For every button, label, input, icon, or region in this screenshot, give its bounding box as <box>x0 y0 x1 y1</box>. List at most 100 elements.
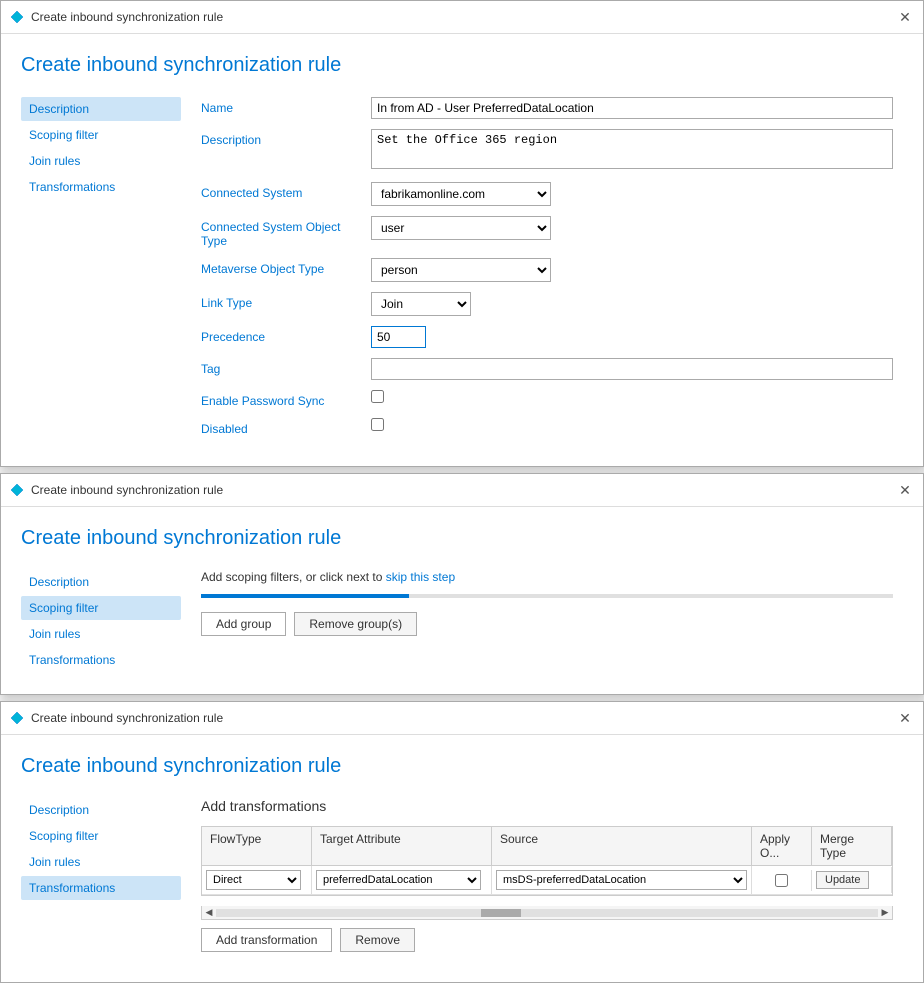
form-area-2: Add scoping filters, or click next to sk… <box>191 570 893 674</box>
remove-group-button[interactable]: Remove group(s) <box>294 612 417 636</box>
sidebar-item-join-1[interactable]: Join rules <box>21 149 181 173</box>
cell-flowtype: Direct <box>202 866 312 894</box>
sidebar-1: Description Scoping filter Join rules Tr… <box>21 97 191 446</box>
disabled-checkbox[interactable] <box>371 418 384 431</box>
page-title-2: Create inbound synchronization rule <box>21 527 893 550</box>
target-attribute-select[interactable]: preferredDataLocation <box>316 870 481 890</box>
window-2-content: Create inbound synchronization rule Desc… <box>1 507 923 694</box>
sidebar-item-description-1[interactable]: Description <box>21 97 181 121</box>
sidebar-item-scoping-1[interactable]: Scoping filter <box>21 123 181 147</box>
link-type-label: Link Type <box>201 292 361 310</box>
sidebar-item-description-3[interactable]: Description <box>21 798 181 822</box>
tag-control <box>371 358 893 380</box>
transformations-table: FlowType Target Attribute Source Apply O… <box>201 826 893 896</box>
precedence-row: Precedence <box>201 326 893 348</box>
window-3: Create inbound synchronization rule ✕ Cr… <box>0 701 924 983</box>
description-input[interactable]: Set the Office 365 region <box>371 129 893 169</box>
metaverse-label: Metaverse Object Type <box>201 258 361 276</box>
scroll-thumb <box>481 909 521 917</box>
sidebar-item-transformations-1[interactable]: Transformations <box>21 175 181 199</box>
app-icon-2 <box>9 482 25 498</box>
form-area-1: Name Description Set the Office 365 regi… <box>191 97 893 446</box>
table-header: FlowType Target Attribute Source Apply O… <box>202 827 892 866</box>
link-type-select[interactable]: Join <box>371 292 471 316</box>
scroll-right-arrow[interactable]: ▶ <box>878 906 892 920</box>
sidebar-2: Description Scoping filter Join rules Tr… <box>21 570 191 674</box>
password-sync-checkbox[interactable] <box>371 390 384 403</box>
title-text-2: Create inbound synchronization rule <box>31 483 889 497</box>
horizontal-scrollbar: ◀ ▶ <box>201 906 893 920</box>
connected-system-row: Connected System fabrikamonline.com <box>201 182 893 206</box>
connected-object-row: Connected System Object Type user <box>201 216 893 248</box>
sidebar-item-scoping-2[interactable]: Scoping filter <box>21 596 181 620</box>
page-title-3: Create inbound synchronization rule <box>21 755 893 778</box>
close-button-3[interactable]: ✕ <box>895 708 915 728</box>
connected-object-select[interactable]: user <box>371 216 551 240</box>
transformations-subtitle: Add transformations <box>201 798 893 814</box>
scroll-left-arrow[interactable]: ◀ <box>202 906 216 920</box>
transformation-btn-row: Add transformation Remove <box>201 928 893 952</box>
sidebar-item-transformations-2[interactable]: Transformations <box>21 648 181 672</box>
table-row: Direct preferredDataLocation msDS-prefer… <box>202 866 892 895</box>
scoping-btn-row: Add group Remove group(s) <box>201 612 893 636</box>
tag-label: Tag <box>201 358 361 376</box>
metaverse-row: Metaverse Object Type person <box>201 258 893 282</box>
flowtype-select[interactable]: Direct <box>206 870 301 890</box>
name-label: Name <box>201 97 361 115</box>
col-apply: Apply O... <box>752 827 812 865</box>
close-button-1[interactable]: ✕ <box>895 7 915 27</box>
progress-bar <box>201 594 893 598</box>
name-row: Name <box>201 97 893 119</box>
sidebar-item-scoping-3[interactable]: Scoping filter <box>21 824 181 848</box>
sidebar-3: Description Scoping filter Join rules Tr… <box>21 798 191 962</box>
title-bar-1: Create inbound synchronization rule ✕ <box>1 1 923 34</box>
description-control: Set the Office 365 region <box>371 129 893 172</box>
main-layout-3: Description Scoping filter Join rules Tr… <box>21 798 893 962</box>
close-button-2[interactable]: ✕ <box>895 480 915 500</box>
disabled-row: Disabled <box>201 418 893 436</box>
description-label: Description <box>201 129 361 147</box>
window-3-content: Create inbound synchronization rule Desc… <box>1 735 923 982</box>
add-group-button[interactable]: Add group <box>201 612 286 636</box>
window-1: Create inbound synchronization rule ✕ Cr… <box>0 0 924 467</box>
add-transformation-button[interactable]: Add transformation <box>201 928 332 952</box>
description-row: Description Set the Office 365 region <box>201 129 893 172</box>
connected-system-control: fabrikamonline.com <box>371 182 893 206</box>
cell-merge-type: Update <box>812 867 892 893</box>
remove-transformation-button[interactable]: Remove <box>340 928 415 952</box>
link-type-control: Join <box>371 292 893 316</box>
precedence-input[interactable] <box>371 326 426 348</box>
col-flowtype: FlowType <box>202 827 312 865</box>
window-1-content: Create inbound synchronization rule Desc… <box>1 34 923 466</box>
name-control <box>371 97 893 119</box>
title-text-3: Create inbound synchronization rule <box>31 711 889 725</box>
name-input[interactable] <box>371 97 893 119</box>
tag-input[interactable] <box>371 358 893 380</box>
sidebar-item-join-2[interactable]: Join rules <box>21 622 181 646</box>
source-select[interactable]: msDS-preferredDataLocation <box>496 870 747 890</box>
connected-object-control: user <box>371 216 893 240</box>
password-sync-control <box>371 390 893 406</box>
cell-apply-once <box>752 870 812 891</box>
form-area-3: Add transformations FlowType Target Attr… <box>191 798 893 962</box>
skip-link[interactable]: skip this step <box>386 570 455 584</box>
metaverse-select[interactable]: person <box>371 258 551 282</box>
disabled-control <box>371 418 893 434</box>
apply-once-checkbox[interactable] <box>775 874 788 887</box>
main-layout-1: Description Scoping filter Join rules Tr… <box>21 97 893 446</box>
sidebar-item-transformations-3[interactable]: Transformations <box>21 876 181 900</box>
title-text-1: Create inbound synchronization rule <box>31 10 889 24</box>
connected-system-select[interactable]: fabrikamonline.com <box>371 182 551 206</box>
page-title-1: Create inbound synchronization rule <box>21 54 893 77</box>
main-layout-2: Description Scoping filter Join rules Tr… <box>21 570 893 674</box>
sidebar-item-join-3[interactable]: Join rules <box>21 850 181 874</box>
metaverse-control: person <box>371 258 893 282</box>
connected-system-label: Connected System <box>201 182 361 200</box>
password-sync-label: Enable Password Sync <box>201 390 361 408</box>
precedence-label: Precedence <box>201 326 361 344</box>
password-sync-row: Enable Password Sync <box>201 390 893 408</box>
progress-bar-fill <box>201 594 409 598</box>
tag-row: Tag <box>201 358 893 380</box>
sidebar-item-description-2[interactable]: Description <box>21 570 181 594</box>
app-icon-3 <box>9 710 25 726</box>
